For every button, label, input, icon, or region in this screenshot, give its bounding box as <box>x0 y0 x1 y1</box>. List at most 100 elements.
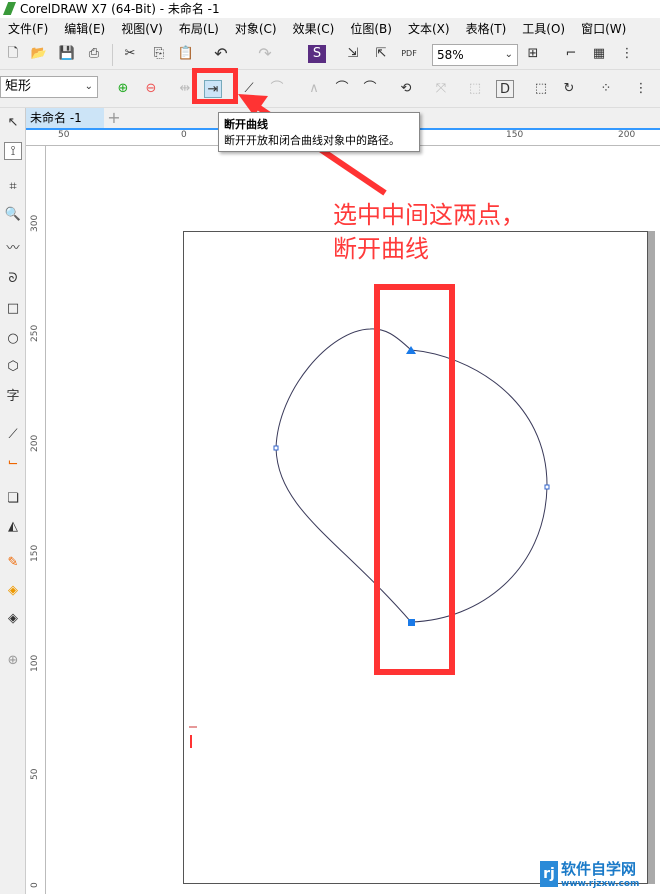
smart-fill-icon[interactable]: ◈ <box>4 610 22 628</box>
shape-type-select[interactable]: 矩形 ⌄ <box>0 76 98 98</box>
menu-bar: 文件(F) 编辑(E) 视图(V) 布局(L) 对象(C) 效果(C) 位图(B… <box>0 18 660 40</box>
import-icon[interactable]: ⇲ <box>344 45 362 63</box>
watermark-brand: 软件自学网 <box>561 860 637 878</box>
paste-icon[interactable]: 📋 <box>177 45 195 63</box>
chevron-down-icon: ⌄ <box>84 81 93 92</box>
coreldraw-logo-icon <box>3 2 16 15</box>
symmetric-node-icon[interactable]: ⌒ <box>361 80 379 98</box>
ruler-label: 0 <box>181 130 187 140</box>
freehand-tool-icon[interactable]: 〰 <box>4 240 22 258</box>
menu-object[interactable]: 对象(C) <box>227 18 285 40</box>
menu-text[interactable]: 文本(X) <box>400 18 458 40</box>
ruler-label: 100 <box>30 654 40 672</box>
open-icon[interactable]: 📂 <box>30 45 48 63</box>
menu-effects[interactable]: 效果(C) <box>285 18 343 40</box>
ruler-label: 250 <box>30 324 40 342</box>
connector-tool-icon[interactable]: ⌙ <box>4 454 22 472</box>
pick-tool-icon[interactable]: ↖ <box>4 114 22 132</box>
zoom-select[interactable]: 58% ⌄ <box>432 44 518 66</box>
print-icon[interactable]: ⎙ <box>85 45 103 63</box>
ellipse-tool-icon[interactable]: ○ <box>4 330 22 348</box>
reverse-direction-icon[interactable]: ⟲ <box>397 80 415 98</box>
tab-document[interactable]: 未命名 -1 <box>26 108 104 128</box>
to-line-icon[interactable]: ⟋ <box>240 80 258 98</box>
shape-tool-icon[interactable]: ⟟ <box>4 142 22 160</box>
document-page <box>183 231 648 884</box>
menu-edit[interactable]: 编辑(E) <box>56 18 113 40</box>
ruler-label: 0 <box>30 882 40 888</box>
to-curve-icon[interactable]: ⌒ <box>268 80 286 98</box>
tooltip-description: 断开开放和闭合曲线对象中的路径。 <box>224 134 400 147</box>
stretch-nodes-icon[interactable]: ⬚ <box>532 80 550 98</box>
toolbox: ↖ ⟟ ⌗ 🔍 〰 ᘐ □ ○ ⬡ 字 ⟋ ⌙ ❏ ◭ ✎ ◈ ◈ ⊕ <box>0 108 26 894</box>
property-bar: 矩形 ⌄ ⊕ ⊖ ⇹ ⇥ ⟋ ⌒ ∧ ⌒ ⌒ ⟲ ⤧ ⬚ D ⬚ ↻ ⁘ ⋮ <box>0 68 660 108</box>
zoom-tool-icon[interactable]: 🔍 <box>4 206 22 224</box>
eyedropper-icon[interactable]: ✎ <box>4 554 22 572</box>
smooth-node-icon[interactable]: ⌒ <box>333 80 351 98</box>
watermark: rj 软件自学网 www.rjzxw.com <box>540 858 639 889</box>
tooltip: 断开曲线 断开开放和闭合曲线对象中的路径。 <box>218 112 420 152</box>
artistic-media-icon[interactable]: ᘐ <box>4 270 22 288</box>
window-title: CorelDRAW X7 (64-Bit) - 未命名 -1 <box>20 2 220 16</box>
ruler-label: 50 <box>58 130 70 140</box>
chevron-down-icon: ⌄ <box>504 49 513 60</box>
vertical-ruler[interactable]: 300 250 200 150 100 50 0 <box>26 146 46 894</box>
ruler-label: 200 <box>30 434 40 452</box>
dimension-tool-icon[interactable]: ⟋ <box>4 426 22 444</box>
menu-window[interactable]: 窗口(W) <box>573 18 634 40</box>
menu-file[interactable]: 文件(F) <box>0 18 56 40</box>
watermark-logo-icon: rj <box>540 860 558 887</box>
extract-subpath-icon[interactable]: ⬚ <box>466 80 484 98</box>
standard-toolbar: 🗋 📂 💾 ⎙ ✂ ⎘ 📋 ↶ ↷ S ⇲ ⇱ PDF 58% ⌄ ⊞ ⌐ ▦ ⋮ <box>0 40 660 70</box>
cusp-node-icon[interactable]: ∧ <box>305 80 323 98</box>
ruler-label: 300 <box>30 214 40 232</box>
corel-connect-icon[interactable]: S <box>308 45 326 63</box>
polygon-tool-icon[interactable]: ⬡ <box>4 358 22 376</box>
menu-view[interactable]: 视图(V) <box>113 18 171 40</box>
menu-layout[interactable]: 布局(L) <box>171 18 227 40</box>
undo-icon[interactable]: ↶ <box>212 45 230 63</box>
watermark-url: www.rjzxw.com <box>561 879 640 889</box>
highlight-box <box>192 68 238 104</box>
align-nodes-icon[interactable]: ⁘ <box>597 80 615 98</box>
menu-tools[interactable]: 工具(O) <box>514 18 573 40</box>
zoom-value: 58% <box>437 48 464 62</box>
ruler-label: 50 <box>30 768 40 780</box>
tooltip-title: 断开曲线 <box>224 118 268 131</box>
new-icon[interactable]: 🗋 <box>4 45 22 63</box>
guidelines-icon[interactable]: ⋮ <box>618 45 636 63</box>
menu-bitmaps[interactable]: 位图(B) <box>342 18 400 40</box>
ruler-label: 150 <box>506 130 524 140</box>
title-bar: CorelDRAW X7 (64-Bit) - 未命名 -1 <box>0 0 660 18</box>
rectangle-tool-icon[interactable]: □ <box>4 300 22 318</box>
export-icon[interactable]: ⇱ <box>372 45 390 63</box>
transparency-icon[interactable]: ◭ <box>4 518 22 536</box>
annotation-text: 选中中间这两点， 断开曲线 <box>333 198 525 266</box>
save-icon[interactable]: 💾 <box>58 45 76 63</box>
pdf-icon[interactable]: PDF <box>400 45 418 63</box>
copy-icon[interactable]: ⎘ <box>150 45 168 63</box>
full-screen-icon[interactable]: ⊞ <box>524 45 542 63</box>
rulers-icon[interactable]: ⌐ <box>562 45 580 63</box>
delete-node-icon[interactable]: ⊖ <box>142 80 160 98</box>
cut-icon[interactable]: ✂ <box>121 45 139 63</box>
annotation-line: 选中中间这两点， <box>333 201 525 229</box>
redo-icon[interactable]: ↷ <box>256 45 274 63</box>
rotate-nodes-icon[interactable]: ↻ <box>560 80 578 98</box>
close-curve-icon[interactable]: D <box>496 80 514 98</box>
grid-icon[interactable]: ▦ <box>590 45 608 63</box>
add-node-icon[interactable]: ⊕ <box>114 80 132 98</box>
text-tool-icon[interactable]: 字 <box>4 388 22 406</box>
menu-table[interactable]: 表格(T) <box>458 18 515 40</box>
ruler-label: 200 <box>618 130 636 140</box>
drop-shadow-icon[interactable]: ❏ <box>4 490 22 508</box>
extend-curve-icon[interactable]: ⤧ <box>432 80 450 98</box>
interactive-fill-icon[interactable]: ◈ <box>4 582 22 600</box>
crop-tool-icon[interactable]: ⌗ <box>4 178 22 196</box>
add-tab-button[interactable]: + <box>106 108 122 128</box>
divider <box>112 44 113 66</box>
shape-type-value: 矩形 <box>5 79 32 94</box>
annotation-line: 断开曲线 <box>333 235 429 263</box>
add-tool-icon[interactable]: ⊕ <box>4 652 22 670</box>
reflect-nodes-icon[interactable]: ⋮ <box>632 80 650 98</box>
